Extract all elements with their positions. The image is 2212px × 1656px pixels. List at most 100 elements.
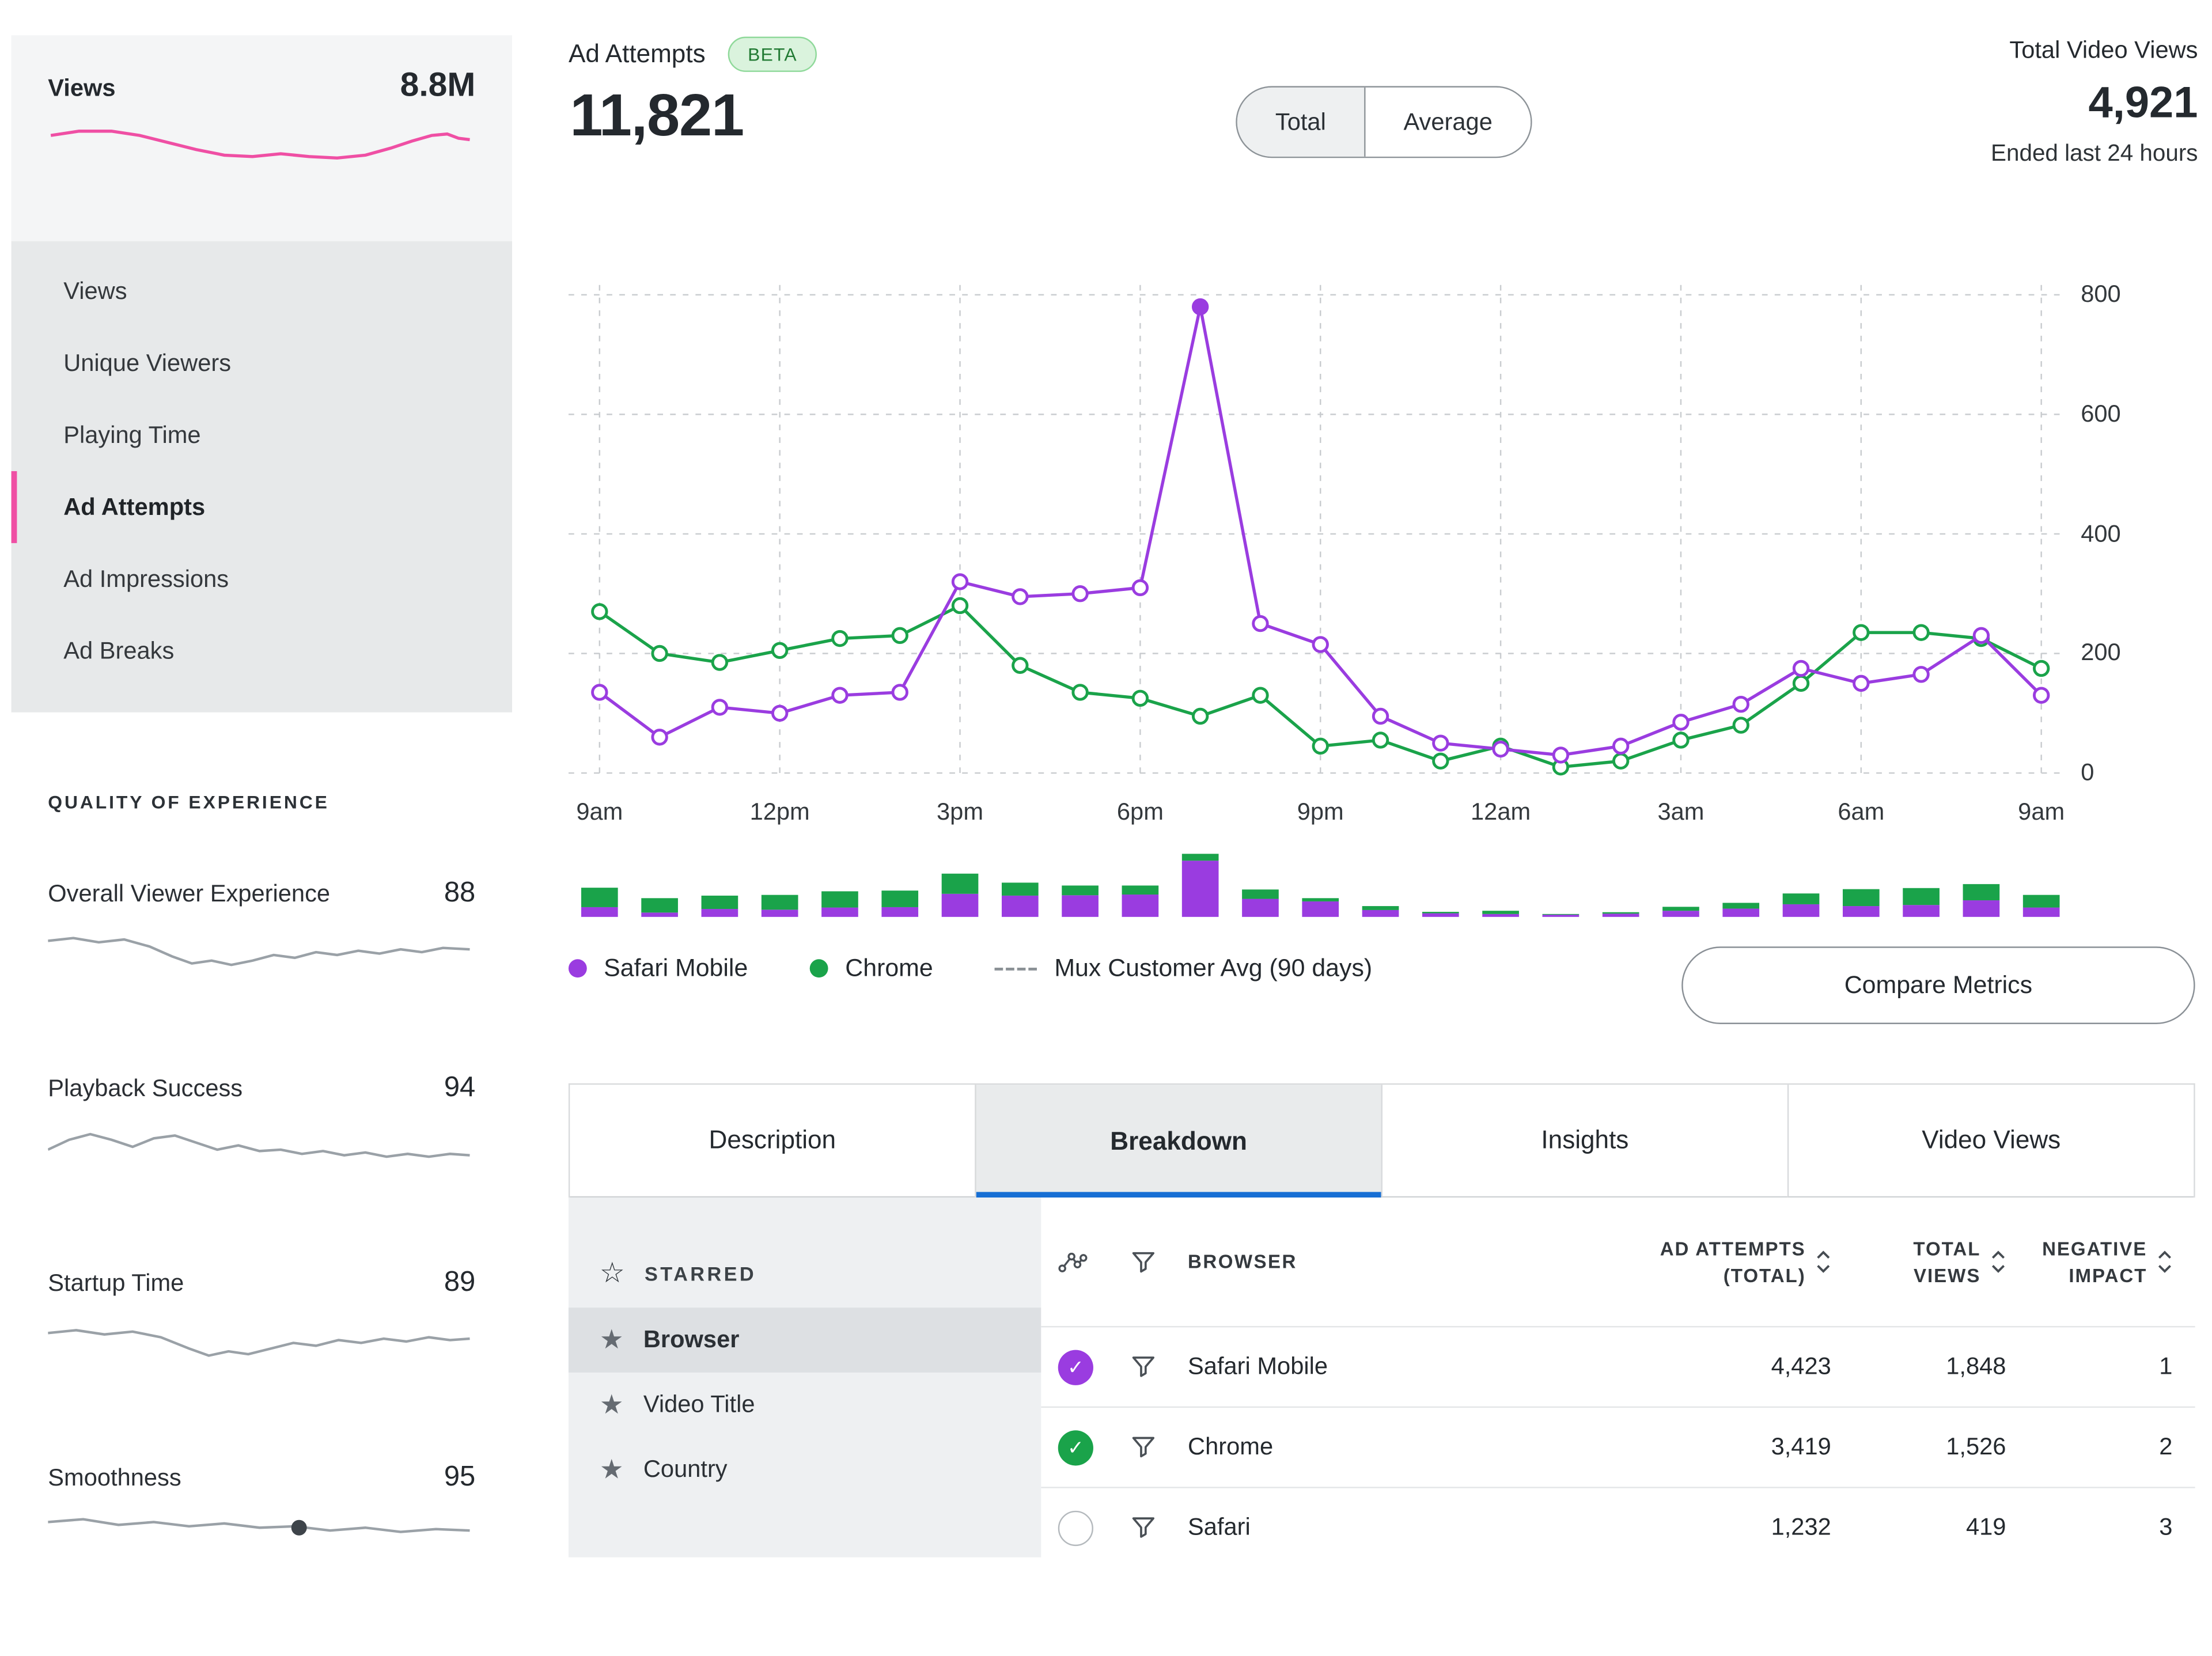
starred-label: STARRED [645, 1263, 756, 1285]
qoe-label: Startup Time [48, 1270, 184, 1298]
sort-control[interactable] [1816, 1250, 1831, 1274]
table-column-total-views[interactable]: TOTALVIEWS [1831, 1235, 2006, 1289]
row-value: 1,526 [1831, 1433, 2006, 1461]
qoe-label: Playback Success [48, 1075, 243, 1103]
table-column-browser[interactable]: BROWSER [1188, 1251, 1512, 1272]
line-chart-plot[interactable] [569, 271, 2062, 787]
sidebar-item-ad-attempts[interactable]: Ad Attempts [12, 471, 512, 543]
qoe-score: 95 [444, 1461, 475, 1494]
legend-label: Mux Customer Avg (90 days) [1054, 954, 1372, 983]
tab-description[interactable]: Description [570, 1085, 975, 1198]
table-column-ad-attempts-total[interactable]: AD ATTEMPTS(TOTAL) [1512, 1235, 1831, 1289]
legend-dot-icon [810, 959, 828, 977]
sidebar: Views 8.8M ViewsUnique ViewersPlaying Ti… [12, 35, 512, 1656]
tab-video-views[interactable]: Video Views [1787, 1085, 2194, 1198]
sidebar-item-views[interactable]: Views [12, 255, 512, 327]
qoe-sparkline [48, 924, 471, 989]
qoe-item-playback-success[interactable]: Playback Success 94 [48, 1072, 475, 1183]
compare-metrics-button[interactable]: Compare Metrics [1681, 946, 2195, 1024]
sidebar-item-ad-breaks[interactable]: Ad Breaks [12, 615, 512, 687]
total-video-views-block: Total Video Views 4,921 Ended last 24 ho… [1991, 37, 2198, 168]
journey-icon [1058, 1252, 1131, 1271]
row-value: 1 [2006, 1353, 2172, 1381]
chevron-up-icon[interactable] [2157, 1250, 2172, 1260]
legend-chrome[interactable]: Chrome [810, 954, 933, 983]
row-value: 3 [2006, 1514, 2172, 1542]
views-summary-card[interactable]: Views 8.8M [12, 35, 512, 241]
qoe-score: 94 [444, 1072, 475, 1104]
row-value: 1,848 [1831, 1353, 2006, 1381]
qoe-label: Smoothness [48, 1464, 181, 1492]
table-row-chrome[interactable]: ✓Chrome3,4191,5262 [1041, 1407, 2195, 1487]
starred-header: ☆ STARRED [569, 1198, 1041, 1308]
detail-panel: DescriptionBreakdownInsightsVideo Views … [569, 1083, 2195, 1567]
row-name: Safari [1188, 1514, 1512, 1542]
dimension-item-video-title[interactable]: ★ Video Title [569, 1373, 1041, 1438]
row-value: 419 [1831, 1514, 2006, 1542]
qoe-item-smoothness[interactable]: Smoothness 95 [48, 1461, 475, 1572]
toggle-total[interactable]: Total [1237, 88, 1366, 157]
qoe-heading: QUALITY OF EXPERIENCE [48, 791, 475, 813]
row-select-checkbox[interactable]: ✓ [1058, 1430, 1093, 1465]
tab-breakdown[interactable]: Breakdown [975, 1085, 1381, 1198]
total-video-views-label: Total Video Views [1991, 37, 2198, 65]
row-value: 2 [2006, 1433, 2172, 1461]
legend-safari-mobile[interactable]: Safari Mobile [569, 954, 748, 983]
table-column-negative-impact[interactable]: NEGATIVEIMPACT [2006, 1235, 2172, 1289]
filter-icon[interactable] [1131, 1250, 1188, 1273]
chevron-down-icon[interactable] [2157, 1264, 2172, 1274]
beta-badge: BETA [728, 37, 817, 72]
star-icon[interactable]: ★ [600, 1327, 624, 1354]
chart-legend: Safari Mobile Chrome Mux Customer Avg (90 … [569, 954, 1372, 983]
breakdown-table: BROWSERAD ATTEMPTS(TOTAL)TOTALVIEWSNEGAT… [1041, 1198, 2195, 1567]
dimension-selector: ☆ STARRED ★ Browser ★ Video Title ★ Country [569, 1198, 1041, 1557]
row-value: 4,423 [1512, 1353, 1831, 1381]
chevron-up-icon[interactable] [1816, 1250, 1831, 1260]
qoe-item-overall-viewer-experience[interactable]: Overall Viewer Experience88 [48, 877, 475, 988]
star-icon[interactable]: ★ [600, 1457, 624, 1484]
views-sparkline [48, 120, 471, 185]
metric-total-value: 11,821 [570, 82, 744, 150]
time-range-note: Ended last 24 hours [1991, 141, 2198, 168]
dimension-item-browser[interactable]: ★ Browser [569, 1308, 1041, 1373]
chevron-down-icon[interactable] [1991, 1264, 2006, 1274]
qoe-item-startup-time[interactable]: Startup Time 89 [48, 1267, 475, 1378]
legend-dot-icon [569, 959, 587, 977]
row-select-checkbox[interactable] [1058, 1510, 1093, 1545]
total-video-views-value: 4,921 [1991, 78, 2198, 128]
ad-attempts-chart[interactable]: 0200400600800 9am12pm3pm6pm9pm12am3am6am… [569, 271, 2205, 849]
sidebar-item-playing-time[interactable]: Playing Time [12, 399, 512, 471]
stacked-bars-chart[interactable] [569, 846, 2062, 919]
chevron-up-icon[interactable] [1991, 1250, 2006, 1260]
row-value: 3,419 [1512, 1433, 1831, 1461]
table-row-safari[interactable]: Safari1,2324193 [1041, 1487, 2195, 1567]
filter-icon[interactable] [1131, 1517, 1188, 1539]
detail-tabs: DescriptionBreakdownInsightsVideo Views [569, 1083, 2195, 1198]
filter-icon[interactable] [1131, 1355, 1188, 1378]
table-row-safari-mobile[interactable]: ✓Safari Mobile4,4231,8481 [1041, 1326, 2195, 1407]
dimension-item-country[interactable]: ★ Country [569, 1438, 1041, 1503]
dimension-label: Video Title [643, 1391, 755, 1419]
legend-mux-customer-avg-90-days[interactable]: Mux Customer Avg (90 days) [995, 954, 1372, 983]
total-average-toggle: TotalAverage [1236, 86, 1532, 158]
summary-value: 8.8M [400, 66, 476, 106]
chevron-down-icon[interactable] [1816, 1264, 1831, 1274]
qoe-sparkline [48, 1313, 471, 1378]
qoe-sparkline [48, 1508, 471, 1573]
toggle-average[interactable]: Average [1365, 88, 1531, 157]
sidebar-item-ad-impressions[interactable]: Ad Impressions [12, 543, 512, 615]
sort-control[interactable] [2157, 1250, 2172, 1274]
dimension-label: Browser [643, 1326, 740, 1354]
tab-insights[interactable]: Insights [1381, 1085, 1787, 1198]
qoe-section: QUALITY OF EXPERIENCE Overall Viewer Exp… [12, 791, 512, 1573]
summary-label: Views [48, 75, 115, 103]
star-icon[interactable]: ★ [600, 1392, 624, 1419]
legend-label: Chrome [845, 954, 933, 983]
qoe-score: 88 [444, 877, 475, 910]
row-select-checkbox[interactable]: ✓ [1058, 1349, 1093, 1384]
dimension-label: Country [643, 1456, 728, 1484]
sort-control[interactable] [1991, 1250, 2006, 1274]
filter-icon[interactable] [1131, 1436, 1188, 1458]
sidebar-item-unique-viewers[interactable]: Unique Viewers [12, 327, 512, 399]
qoe-score: 89 [444, 1267, 475, 1299]
